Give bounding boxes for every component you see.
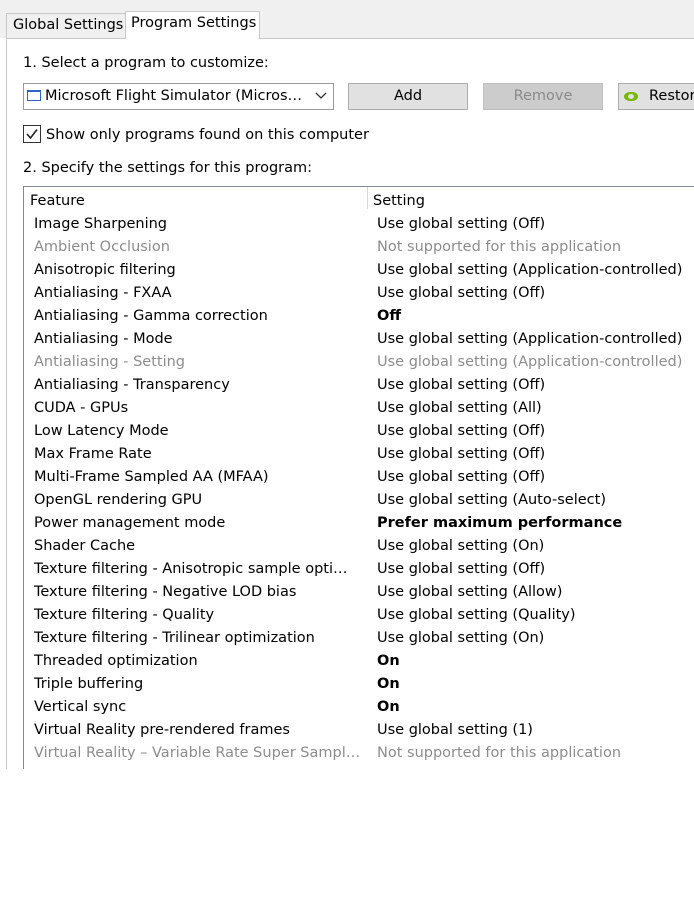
setting-cell[interactable]: Use global setting (Off) [377,377,545,393]
feature-cell: Threaded optimization [34,653,198,669]
setting-cell[interactable]: Use global setting (On) [377,630,544,646]
feature-cell: Texture filtering - Negative LOD bias [34,584,297,600]
setting-cell[interactable]: Use global setting (Application-controll… [377,331,682,347]
setting-cell[interactable]: Use global setting (Off) [377,469,545,485]
feature-cell: Image Sharpening [34,216,167,232]
show-only-checkbox[interactable] [23,125,41,143]
feature-cell: Antialiasing - Gamma correction [34,308,268,324]
setting-cell[interactable]: Use global setting (On) [377,538,544,554]
feature-cell: Triple buffering [34,676,144,692]
setting-cell[interactable]: On [377,699,400,715]
tab-global-settings[interactable]: Global Settings [6,13,126,38]
table-row[interactable]: Antialiasing - FXAA Use global setting (O… [24,282,694,305]
program-select-value: Microsoft Flight Simulator (Micros… [45,88,303,104]
table-row[interactable]: Antialiasing - Gamma correction Off [24,305,694,328]
column-header-setting[interactable]: Setting [373,193,425,209]
table-row[interactable]: Low Latency Mode Use global setting (Off) [24,420,694,443]
setting-cell[interactable]: Prefer maximum performance [377,515,622,531]
setting-cell[interactable]: Not supported for this application [377,239,621,255]
table-row[interactable]: CUDA - GPUs Use global setting (All) [24,397,694,420]
table-row[interactable]: Texture filtering - Anisotropic sample o… [24,558,694,581]
table-row[interactable]: Vertical sync On [24,696,694,719]
table-row[interactable]: OpenGL rendering GPU Use global setting (… [24,489,694,512]
window-icon [27,90,41,101]
feature-cell: Max Frame Rate [34,446,152,462]
table-row[interactable]: Texture filtering - Trilinear optimizati… [24,627,694,650]
table-row[interactable]: Max Frame Rate Use global setting (Off) [24,443,694,466]
feature-cell: Shader Cache [34,538,136,554]
table-row[interactable]: Multi-Frame Sampled AA (MFAA) Use global … [24,466,694,489]
setting-cell[interactable]: Use global setting (Off) [377,216,545,232]
table-row[interactable]: Anisotropic filtering Use global setting … [24,259,694,282]
feature-cell: Virtual Reality pre-rendered frames [34,722,290,738]
feature-cell: Virtual Reality – Variable Rate Super Sa… [34,745,361,761]
setting-cell[interactable]: Off [377,308,401,324]
table-row[interactable]: Antialiasing - Transparency Use global se… [24,374,694,397]
feature-cell: Antialiasing - FXAA [34,285,172,301]
feature-cell: CUDA - GPUs [34,400,129,416]
setting-cell[interactable]: Use global setting (Application-controll… [377,354,682,370]
setting-cell[interactable]: Use global setting (Off) [377,285,545,301]
feature-cell: Vertical sync [34,699,127,715]
table-row[interactable]: Shader Cache Use global setting (On) [24,535,694,558]
setting-cell[interactable]: Use global setting (Off) [377,446,545,462]
feature-cell: Multi-Frame Sampled AA (MFAA) [34,469,269,485]
setting-cell[interactable]: Use global setting (Application-controll… [377,262,682,278]
feature-cell: Antialiasing - Transparency [34,377,230,393]
feature-cell: Texture filtering - Quality [34,607,215,623]
feature-cell: Anisotropic filtering [34,262,176,278]
step1-label: 1. Select a program to customize: [23,55,269,71]
feature-cell: Texture filtering - Anisotropic sample o… [34,561,348,577]
column-separator[interactable] [367,187,368,209]
table-row[interactable]: Triple buffering On [24,673,694,696]
setting-cell[interactable]: On [377,653,400,669]
restore-button[interactable]: Restore [618,83,694,110]
feature-cell: Antialiasing - Mode [34,331,173,347]
table-row[interactable]: Texture filtering - Negative LOD bias Use… [24,581,694,604]
settings-table: Feature Setting Image Sharpening Use glob… [23,186,694,769]
table-row[interactable]: Threaded optimization On [24,650,694,673]
feature-cell: OpenGL rendering GPU [34,492,203,508]
remove-button[interactable]: Remove [483,83,603,110]
feature-cell: Ambient Occlusion [34,239,170,255]
tab-program-settings[interactable]: Program Settings [125,11,260,39]
table-row[interactable]: Antialiasing - Mode Use global setting (A… [24,328,694,351]
setting-cell[interactable]: Not supported for this application [377,745,621,761]
setting-cell[interactable]: Use global setting (Quality) [377,607,576,623]
setting-cell[interactable]: Use global setting (Off) [377,561,545,577]
checkmark-icon [26,129,38,140]
nvidia-logo-icon [624,92,638,101]
setting-cell[interactable]: Use global setting (1) [377,722,533,738]
column-header-feature[interactable]: Feature [30,193,85,209]
restore-button-label: Restore [649,88,694,104]
top-strip [0,0,694,10]
table-row[interactable]: Antialiasing - Setting Use global setting… [24,351,694,374]
table-row[interactable]: Virtual Reality – Variable Rate Super Sa… [24,742,694,765]
table-row[interactable]: Virtual Reality pre-rendered frames Use g… [24,719,694,742]
program-select[interactable]: Microsoft Flight Simulator (Micros… [23,83,334,110]
setting-cell[interactable]: On [377,676,400,692]
table-row[interactable]: Power management mode Prefer maximum perf… [24,512,694,535]
setting-cell[interactable]: Use global setting (Allow) [377,584,562,600]
show-only-label[interactable]: Show only programs found on this compute… [46,127,369,143]
feature-cell: Texture filtering - Trilinear optimizati… [34,630,315,646]
setting-cell[interactable]: Use global setting (Off) [377,423,545,439]
feature-cell: Power management mode [34,515,226,531]
add-button[interactable]: Add [348,83,468,110]
step2-label: 2. Specify the settings for this program… [23,160,313,176]
table-row[interactable]: Texture filtering - Quality Use global se… [24,604,694,627]
setting-cell[interactable]: Use global setting (Auto-select) [377,492,606,508]
chevron-down-icon [315,87,327,108]
table-row[interactable]: Ambient Occlusion Not supported for this … [24,236,694,259]
setting-cell[interactable]: Use global setting (All) [377,400,542,416]
table-row[interactable]: Image Sharpening Use global setting (Off) [24,213,694,236]
feature-cell: Low Latency Mode [34,423,169,439]
feature-cell: Antialiasing - Setting [34,354,185,370]
